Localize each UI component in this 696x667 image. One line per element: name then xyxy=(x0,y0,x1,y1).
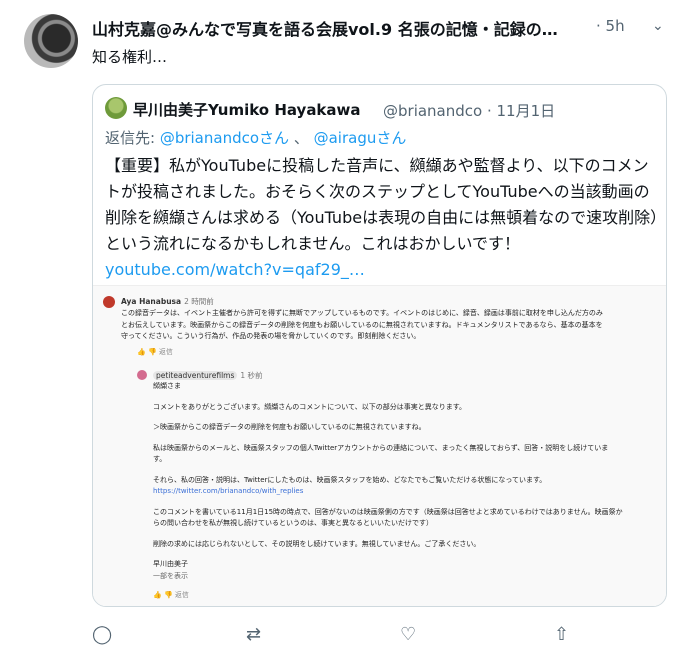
quote-avatar xyxy=(105,97,127,119)
tweet-header: 山村克嘉@みんなで写真を語る会展vol.9 名張の記憶・記録の… · 5h ⌄ xyxy=(92,16,682,42)
author-name[interactable]: 山村克嘉@みんなで写真を語る会展vol.9 名張の記憶・記録の… xyxy=(92,16,592,40)
reply-handle-2[interactable]: @airaguさん xyxy=(314,129,407,147)
attached-image[interactable]: Aya Hanabusa 2 時間前 この録音データは、イベント主催者から許可を得… xyxy=(93,285,666,606)
quote-body: 【重要】私がYouTubeに投稿した音声に、纐纈あや監督より、以下のコメントが投… xyxy=(105,156,659,279)
reply-author: petiteadventurefilms 1 秒前 xyxy=(153,370,263,381)
quoted-tweet[interactable]: 早川由美子Yumiko Hayakawa @brianandco · 11月1日… xyxy=(92,84,667,607)
tweet-text: 知る権利… xyxy=(92,48,168,66)
commenter-avatar xyxy=(103,296,115,308)
tweet-actions: ◯ ⇄ ♡ ⇧ xyxy=(92,624,592,648)
reply-to: 返信先: @brianandcoさん 、 @airaguさん xyxy=(105,129,407,147)
share-icon[interactable]: ⇧ xyxy=(554,624,569,645)
reply-handle-1[interactable]: @brianandcoさん xyxy=(160,129,289,147)
comment-actions: 👍 👎 返信 xyxy=(137,348,173,356)
reply-avatar xyxy=(137,370,147,380)
comment-author: Aya Hanabusa 2 時間前 xyxy=(121,297,214,306)
retweet-icon[interactable]: ⇄ xyxy=(246,624,261,645)
avatar[interactable] xyxy=(24,14,78,68)
reply-actions: 👍 👎 返信 xyxy=(153,591,189,599)
like-icon[interactable]: ♡ xyxy=(400,624,416,645)
comment-text: この録音データは、イベント主催者から許可を得ずに無断でアップしているものです。イ… xyxy=(121,309,603,340)
quote-header: 早川由美子Yumiko Hayakawa @brianandco · 11月1日 xyxy=(105,97,655,121)
chevron-down-icon[interactable]: ⌄ xyxy=(652,18,664,34)
quote-link[interactable]: youtube.com/watch?v=qaf29_… xyxy=(105,260,365,279)
timestamp[interactable]: · 5h xyxy=(596,17,625,35)
reply-icon[interactable]: ◯ xyxy=(92,624,112,645)
quote-author-name: 早川由美子Yumiko Hayakawa xyxy=(133,101,361,119)
quote-handle: @brianandco · 11月1日 xyxy=(383,102,556,120)
reply-text: 纐纈さま コメントをありがとうございます。纐纈さんのコメントについて、以下の部分… xyxy=(153,382,623,580)
